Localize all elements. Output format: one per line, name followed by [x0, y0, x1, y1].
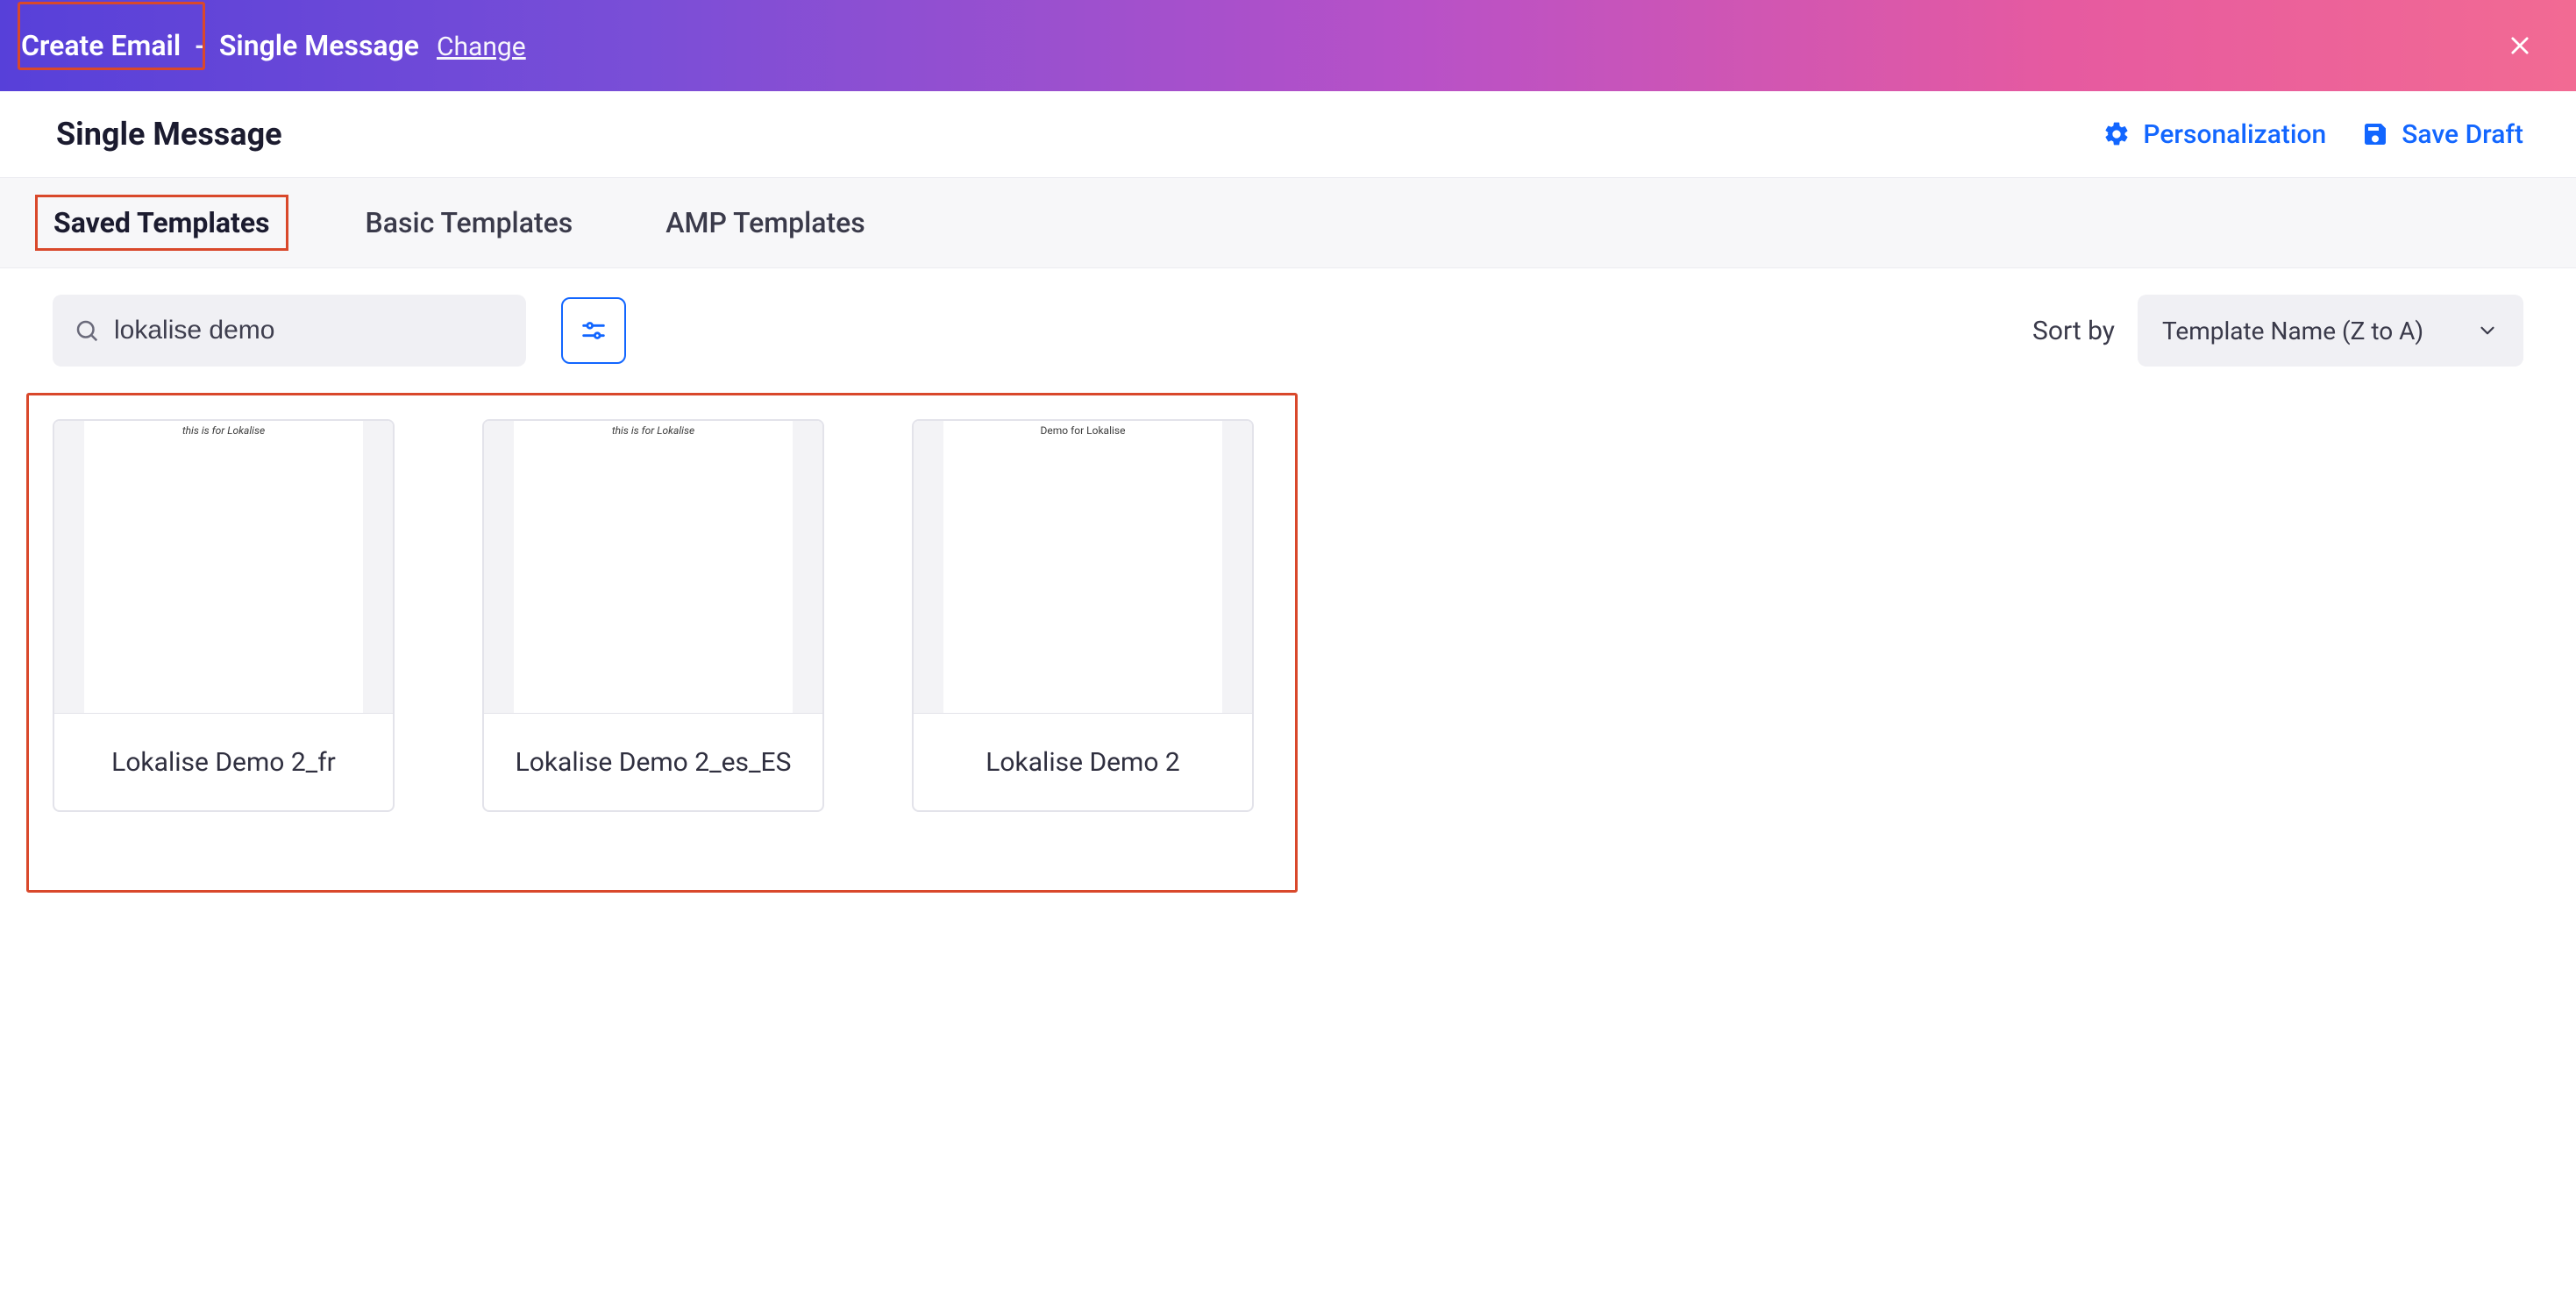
template-name: Lokalise Demo 2_fr	[54, 714, 393, 810]
close-icon	[2508, 33, 2532, 58]
subheader: Single Message Personalization Save Draf…	[0, 91, 2576, 177]
tab-basic-templates[interactable]: Basic Templates	[350, 197, 589, 248]
template-card[interactable]: Demo for Lokalise Lokalise Demo 2	[912, 419, 1254, 812]
template-card[interactable]: this is for Lokalise Lokalise Demo 2_fr	[53, 419, 395, 812]
template-name: Lokalise Demo 2_es_ES	[484, 714, 822, 810]
subheader-actions: Personalization Save Draft	[2103, 119, 2523, 150]
templates-area: this is for Lokalise Lokalise Demo 2_fr …	[0, 375, 2576, 856]
personalization-button[interactable]: Personalization	[2103, 119, 2326, 150]
close-button[interactable]	[2499, 25, 2541, 67]
toolbar: Sort by Template Name (Z to A)	[0, 268, 2576, 375]
filter-button[interactable]	[561, 297, 626, 364]
topbar: Create Email - Single Message Change	[0, 0, 2576, 91]
template-name: Lokalise Demo 2	[914, 714, 1252, 810]
template-card[interactable]: this is for Lokalise Lokalise Demo 2_es_…	[482, 419, 824, 812]
save-draft-button[interactable]: Save Draft	[2361, 119, 2523, 150]
template-preview-text: this is for Lokalise	[54, 424, 393, 437]
template-preview-text: Demo for Lokalise	[914, 424, 1252, 437]
template-preview: Demo for Lokalise	[914, 421, 1252, 714]
breadcrumb-main: Create Email	[21, 29, 181, 62]
sort-value: Template Name (Z to A)	[2162, 317, 2423, 345]
search-field-wrap[interactable]	[53, 295, 526, 367]
template-preview: this is for Lokalise	[54, 421, 393, 714]
templates-grid: this is for Lokalise Lokalise Demo 2_fr …	[53, 419, 2523, 812]
sort-label: Sort by	[2032, 316, 2115, 346]
save-draft-label: Save Draft	[2402, 119, 2523, 150]
personalization-label: Personalization	[2143, 119, 2326, 150]
save-icon	[2361, 120, 2389, 148]
breadcrumb-separator: -	[195, 29, 205, 62]
search-input[interactable]	[114, 316, 505, 345]
breadcrumb-sub: Single Message	[219, 29, 419, 62]
gear-icon	[2103, 120, 2131, 148]
sliders-icon	[579, 316, 608, 345]
sort-select[interactable]: Template Name (Z to A)	[2138, 295, 2523, 367]
search-icon	[74, 317, 100, 344]
tab-saved-templates[interactable]: Saved Templates	[35, 195, 288, 251]
chevron-down-icon	[2476, 319, 2499, 342]
breadcrumb: Create Email - Single Message Change	[21, 29, 526, 62]
change-link[interactable]: Change	[437, 32, 526, 62]
tab-amp-templates[interactable]: AMP Templates	[650, 197, 881, 248]
template-preview: this is for Lokalise	[484, 421, 822, 714]
template-preview-text: this is for Lokalise	[484, 424, 822, 437]
page-title: Single Message	[56, 116, 282, 153]
tabs-bar: Saved Templates Basic Templates AMP Temp…	[0, 177, 2576, 268]
sort-wrap: Sort by Template Name (Z to A)	[2032, 295, 2523, 367]
